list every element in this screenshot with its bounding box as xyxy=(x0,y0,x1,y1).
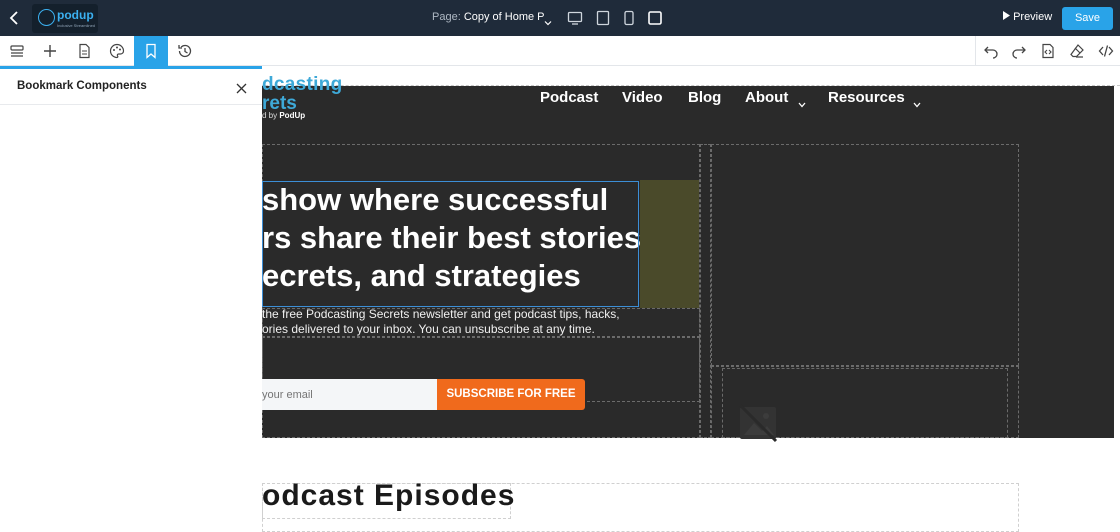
code-icon xyxy=(1098,45,1114,57)
logo-tagline: Inclusive Streamlined xyxy=(57,23,96,28)
theme-button[interactable] xyxy=(100,36,134,66)
pages-button[interactable] xyxy=(67,36,101,66)
image-placeholder-icon[interactable] xyxy=(736,401,780,445)
selected-element-outline xyxy=(262,181,639,307)
chevron-down-icon xyxy=(913,95,921,108)
undo-icon xyxy=(984,46,998,59)
file-code-icon xyxy=(1042,43,1054,59)
redo-icon xyxy=(1012,46,1026,59)
bookmark-panel: Bookmark Components xyxy=(0,66,262,532)
hero-subtext[interactable]: the free Podcasting Secrets newsletter a… xyxy=(262,307,662,337)
bookmarks-button[interactable] xyxy=(134,36,168,66)
history-button[interactable] xyxy=(168,36,202,66)
editor-topbar: podup Inclusive Streamlined Page: Copy o… xyxy=(0,0,1120,36)
layers-icon xyxy=(10,45,24,57)
preview-label: Preview xyxy=(1013,11,1053,23)
back-arrow-icon[interactable] xyxy=(6,8,24,28)
editor-toolbar xyxy=(0,36,1120,66)
bookmark-icon xyxy=(146,43,156,59)
page-selector[interactable]: Page: Copy of Home P xyxy=(432,11,545,23)
undo-button[interactable] xyxy=(975,36,1004,66)
logo-text: podup xyxy=(57,8,94,22)
palette-icon xyxy=(109,43,125,59)
column-gap-guide xyxy=(700,144,711,438)
page-selector-value: Copy of Home P xyxy=(463,11,545,23)
subtext-line: ories delivered to your inbox. You can u… xyxy=(262,322,595,336)
hero-right-column-guide xyxy=(711,144,1019,366)
chevron-down-icon xyxy=(798,95,806,108)
close-icon[interactable] xyxy=(236,81,247,94)
layers-button[interactable] xyxy=(0,36,34,66)
history-icon xyxy=(178,44,192,58)
clear-button[interactable] xyxy=(1062,36,1091,66)
panel-header: Bookmark Components xyxy=(0,69,262,105)
fullscreen-view-icon[interactable] xyxy=(647,10,663,26)
site-brand-byline: d by PodUp xyxy=(262,111,305,120)
save-button[interactable]: Save xyxy=(1062,7,1113,30)
chevron-down-icon[interactable] xyxy=(544,14,552,26)
page-selector-label: Page: xyxy=(432,11,461,23)
site-brand-by-name: PodUp xyxy=(279,111,306,120)
nav-blog[interactable]: Blog xyxy=(688,89,721,106)
episodes-heading[interactable]: odcast Episodes xyxy=(262,479,515,513)
redo-button[interactable] xyxy=(1004,36,1033,66)
add-element-button[interactable] xyxy=(33,36,67,66)
subscribe-button[interactable]: SUBSCRIBE FOR FREE xyxy=(437,379,585,410)
highlight-overlay xyxy=(640,180,699,308)
podup-logo[interactable]: podup Inclusive Streamlined xyxy=(32,4,98,33)
desktop-view-icon[interactable] xyxy=(567,10,583,26)
email-field[interactable] xyxy=(262,379,437,410)
nav-about[interactable]: About xyxy=(745,89,788,106)
nav-video[interactable]: Video xyxy=(622,89,663,106)
code-view-button[interactable] xyxy=(1091,36,1120,66)
eraser-icon xyxy=(1070,44,1084,58)
mobile-view-icon[interactable] xyxy=(621,10,637,26)
play-icon xyxy=(1003,11,1010,20)
nav-podcast[interactable]: Podcast xyxy=(540,89,598,106)
site-brand-by: d by xyxy=(262,111,280,120)
export-code-button[interactable] xyxy=(1033,36,1062,66)
preview-button[interactable]: Preview xyxy=(1003,11,1052,23)
subtext-line: the free Podcasting Secrets newsletter a… xyxy=(262,307,620,321)
email-field-wrap xyxy=(262,379,437,410)
page-icon xyxy=(79,43,90,59)
panel-title: Bookmark Components xyxy=(17,80,147,92)
logo-mic-icon xyxy=(38,9,55,26)
tablet-view-icon[interactable] xyxy=(595,10,611,26)
nav-resources[interactable]: Resources xyxy=(828,89,905,106)
plus-icon xyxy=(44,45,56,57)
